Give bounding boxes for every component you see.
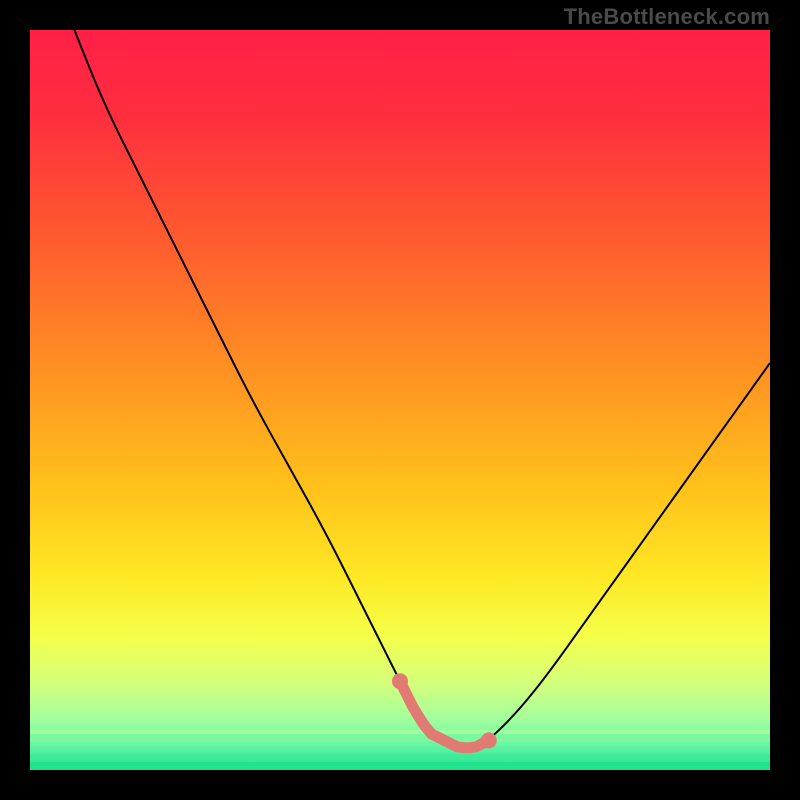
watermark-text: TheBottleneck.com bbox=[564, 4, 770, 30]
chart-plot-area bbox=[30, 30, 770, 770]
chart-svg bbox=[30, 30, 770, 770]
gradient-background bbox=[30, 30, 770, 770]
chart-frame: TheBottleneck.com bbox=[0, 0, 800, 800]
